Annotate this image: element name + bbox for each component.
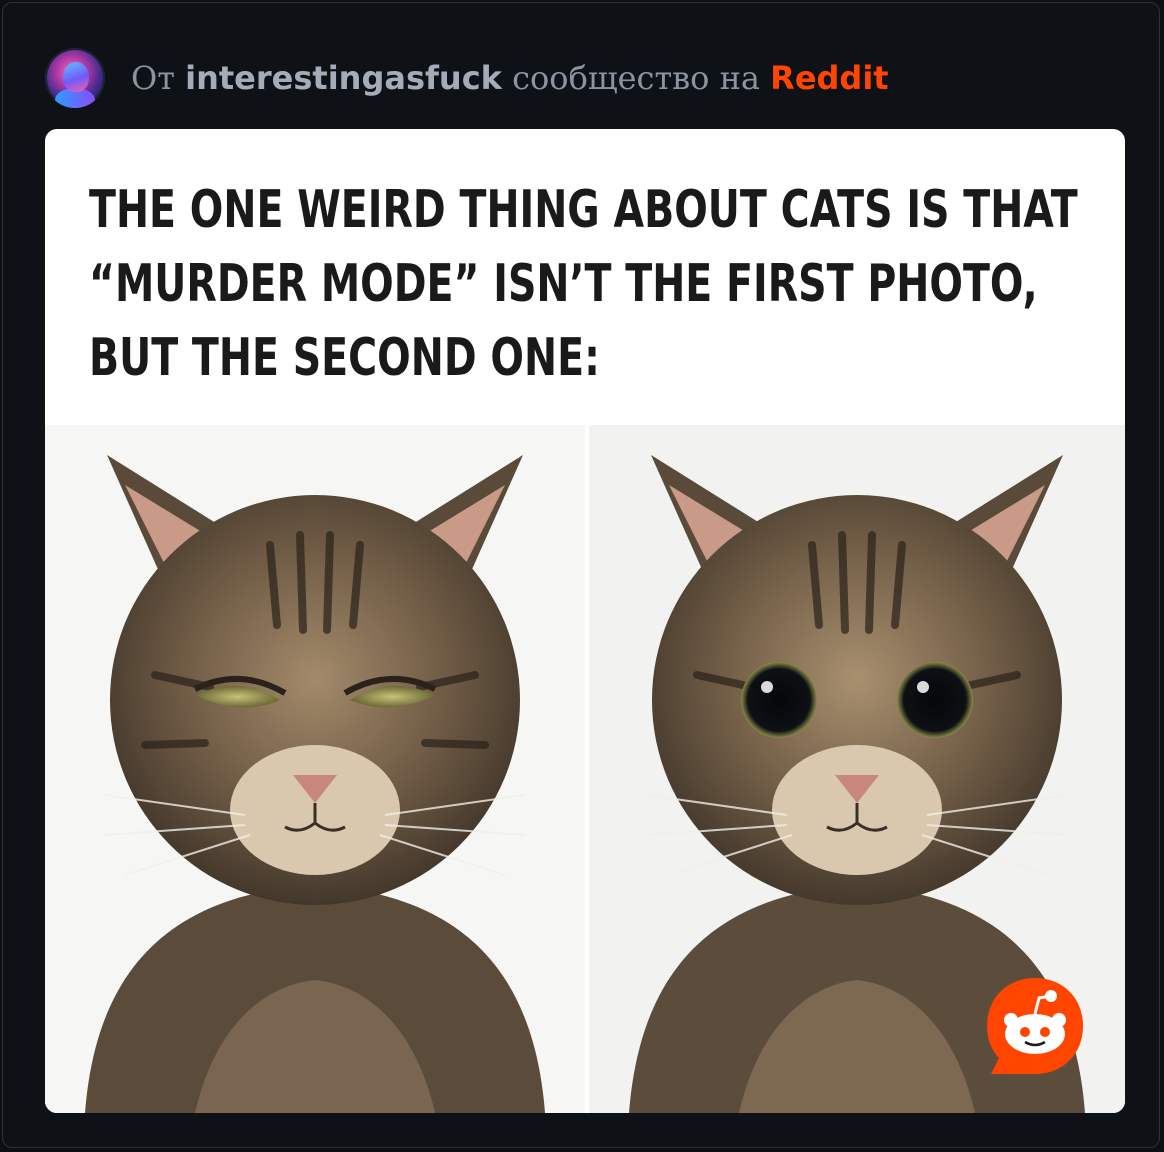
meme-caption: THE ONE WEIRD THING ABOUT CATS IS THAT “… [89,180,1078,388]
cat-squinting-photo [45,425,585,1113]
source-line: От interestingasfuck сообщество на Reddi… [131,59,889,97]
source-middle: сообщество на [512,59,760,97]
platform-name-link[interactable]: Reddit [770,59,888,97]
post-source-header: От interestingasfuck сообщество на Reddi… [45,43,889,113]
post-embed-card: От interestingasfuck сообщество на Reddi… [2,2,1160,1148]
reddit-logo-icon [983,974,1087,1078]
post-image[interactable]: THE ONE WEIRD THING ABOUT CATS IS THAT “… [45,129,1125,1113]
community-name-link[interactable]: interestingasfuck [185,59,502,97]
community-avatar[interactable] [45,48,105,108]
source-prefix: От [131,59,175,97]
avatar-head [63,62,89,92]
